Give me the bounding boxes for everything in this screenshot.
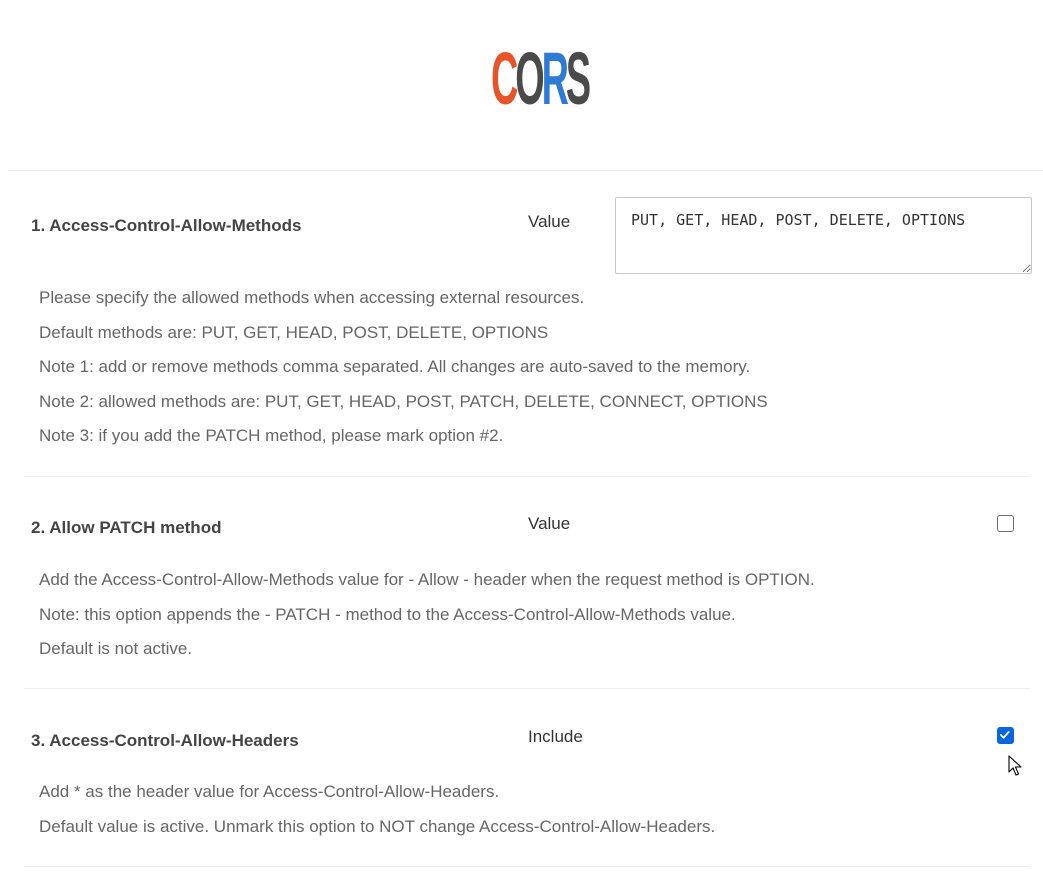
section-title: 2. Allow PATCH method (31, 518, 222, 537)
cors-logo: CORS (491, 44, 591, 108)
mouse-cursor-icon (1008, 755, 1022, 776)
section-description: Please specify the allowed methods when … (39, 288, 768, 461)
description-line: Note 2: allowed methods are: PUT, GET, H… (39, 391, 768, 411)
section-title: 3. Access-Control-Allow-Headers (31, 731, 299, 750)
section-allow-methods: 1. Access-Control-Allow-Methods Value Pl… (24, 171, 1032, 477)
allowed-methods-input[interactable] (615, 197, 1032, 274)
value-label: Value (528, 212, 571, 231)
description-line: Note: this option appends the - PATCH - … (39, 604, 736, 624)
description-line: Add * as the header value for Access-Con… (39, 782, 500, 801)
include-label: Include (528, 727, 583, 746)
description-line: Default methods are: PUT, GET, HEAD, POS… (39, 322, 549, 342)
description-line: Add the Access-Control-Allow-Methods val… (39, 570, 815, 589)
section-title: 1. Access-Control-Allow-Methods (31, 216, 302, 235)
allow-headers-checkbox[interactable] (997, 727, 1014, 744)
check-icon (999, 731, 1010, 739)
description-line: Note 3: if you add the PATCH method, ple… (39, 426, 504, 446)
section-description: Add * as the header value for Access-Con… (39, 782, 715, 851)
section-allow-patch: 2. Allow PATCH method Value Add the Acce… (24, 477, 1030, 689)
description-line: Default is not active. (39, 639, 193, 659)
svg-text:CORS: CORS (491, 44, 590, 108)
description-line: Note 1: add or remove methods comma sepa… (39, 357, 751, 377)
section-description: Add the Access-Control-Allow-Methods val… (39, 570, 815, 674)
description-line: Please specify the allowed methods when … (39, 288, 585, 307)
section-allow-headers: 3. Access-Control-Allow-Headers Include … (24, 689, 1030, 867)
allow-patch-checkbox[interactable] (997, 515, 1014, 532)
description-line: Default value is active. Unmark this opt… (39, 816, 716, 836)
value-label: Value (528, 514, 571, 533)
